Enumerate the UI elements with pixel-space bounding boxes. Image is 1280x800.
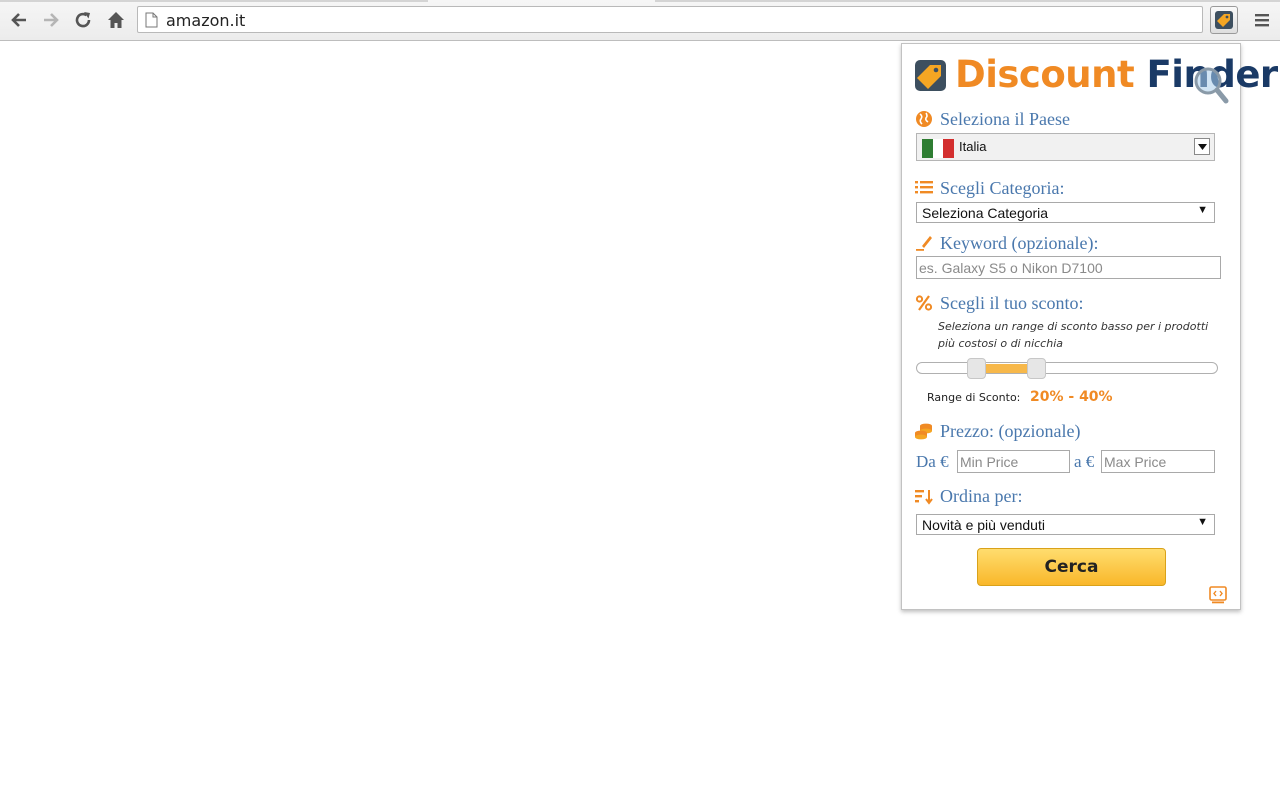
italy-flag-icon	[922, 139, 955, 158]
discount-max-handle[interactable]	[1027, 358, 1047, 379]
logo-title: Discount Finder	[955, 53, 1278, 97]
keyword-input[interactable]	[916, 256, 1221, 279]
logo-tag-icon	[915, 60, 946, 91]
category-selected-value: Seleziona Categoria	[922, 205, 1049, 221]
address-bar[interactable]: amazon.it	[137, 6, 1203, 33]
sort-icon	[915, 490, 933, 505]
browser-toolbar: amazon.it	[0, 0, 1280, 41]
forward-button[interactable]	[38, 7, 64, 33]
sort-label: Ordina per:	[940, 486, 1023, 506]
chevron-down-icon: ▼	[1197, 516, 1208, 528]
discount-finder-popup: Discount Finder Seleziona il Paese Itali…	[901, 43, 1278, 610]
discount-hint: Seleziona un range di sconto basso per i…	[938, 320, 1209, 350]
discount-label: Scegli il tuo sconto:	[940, 293, 1084, 313]
search-button[interactable]: Cerca	[977, 548, 1166, 586]
arrow-left-icon	[11, 13, 26, 27]
hamburger-menu-icon	[1255, 14, 1269, 27]
percent-icon	[915, 295, 933, 311]
chevron-down-icon	[1194, 138, 1210, 155]
price-to-label: a €	[1074, 452, 1095, 471]
tab-strip-edge	[0, 0, 428, 2]
price-from-label: Da €	[916, 452, 949, 471]
discount-range-slider[interactable]	[916, 362, 1218, 374]
browser-menu-button[interactable]	[1250, 7, 1274, 33]
globe-icon	[916, 111, 932, 127]
chevron-down-icon: ▼	[1197, 204, 1208, 216]
category-label: Scegli Categoria:	[940, 178, 1065, 198]
discount-finder-extension-button[interactable]	[1210, 6, 1238, 34]
country-select[interactable]: Italia	[916, 133, 1215, 161]
price-tag-icon	[1215, 11, 1233, 29]
coins-icon	[915, 423, 932, 440]
range-label: Range di Sconto:	[927, 391, 1021, 404]
list-icon	[915, 181, 933, 194]
home-icon	[108, 12, 124, 28]
magnifier-icon	[1194, 67, 1229, 104]
back-button[interactable]	[6, 7, 32, 33]
max-price-input[interactable]	[1101, 450, 1215, 473]
logo-word-discount: Discount	[955, 53, 1135, 96]
url-text: amazon.it	[166, 11, 246, 30]
embed-code-icon[interactable]	[1209, 586, 1227, 604]
tab-strip-edge	[655, 0, 1280, 2]
price-label: Prezzo: (opzionale)	[940, 421, 1081, 441]
category-select[interactable]: Seleziona Categoria ▼	[916, 202, 1215, 223]
pencil-icon	[916, 236, 932, 251]
reload-button[interactable]	[70, 7, 96, 33]
home-button[interactable]	[103, 7, 129, 33]
min-price-input[interactable]	[957, 450, 1070, 473]
reload-icon	[75, 12, 91, 28]
sort-select[interactable]: Novità e più venduti ▼	[916, 514, 1215, 535]
keyword-label: Keyword (opzionale):	[940, 233, 1099, 253]
country-label: Seleziona il Paese	[940, 109, 1070, 129]
page-icon	[145, 12, 158, 28]
range-value: 20% - 40%	[1030, 389, 1113, 405]
country-selected-value: Italia	[959, 139, 987, 154]
arrow-right-icon	[44, 13, 59, 27]
sort-selected-value: Novità e più venduti	[922, 517, 1045, 533]
discount-min-handle[interactable]	[966, 358, 986, 379]
